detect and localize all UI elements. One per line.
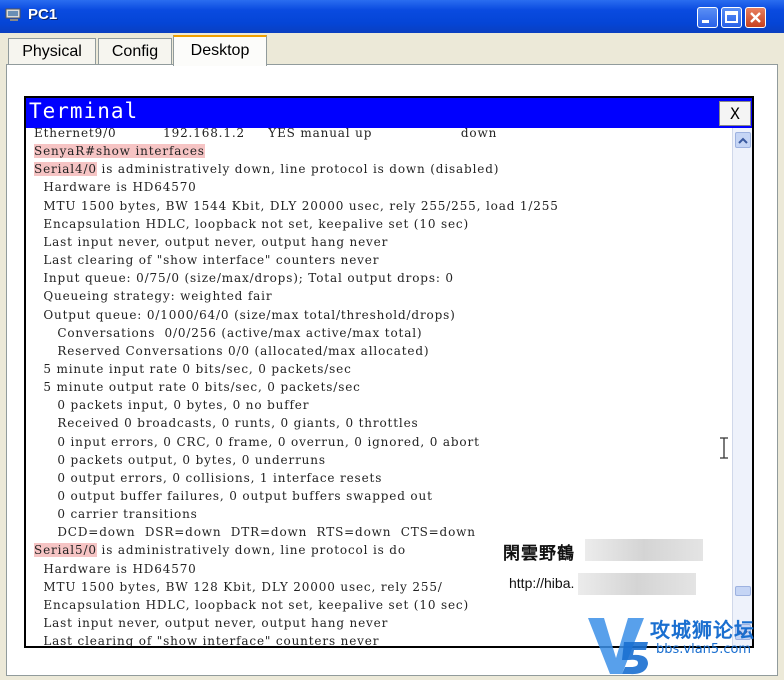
terminal-scrollbar[interactable] [732,128,752,646]
terminal-line: 0 packets output, 0 bytes, 0 underruns [34,452,326,467]
terminal-line: Serial5/0 is administratively down, line… [34,543,406,558]
site-logo: 攻城狮论坛 bbs.vlan5.com [584,612,780,676]
pc-app-icon [5,8,21,21]
terminal-line: MTU 1500 bytes, BW 1544 Kbit, DLY 20000 … [34,198,559,213]
close-icon [750,12,761,23]
terminal-line: 0 packets input, 0 bytes, 0 no buffer [34,398,310,413]
tab-desktop[interactable]: Desktop [173,35,267,66]
terminal-line: Ethernet9/0 192.168.1.2 YES manual up do… [34,128,498,140]
tab-strip: Physical Config Desktop [0,33,784,66]
terminal-close-button[interactable]: X [719,101,751,126]
close-button[interactable] [745,7,766,28]
logo-url: bbs.vlan5.com [656,642,752,657]
scroll-thumb[interactable] [735,586,751,596]
terminal-line: 5 minute output rate 0 bits/sec, 0 packe… [34,380,361,395]
terminal-header: Terminal X [26,98,752,128]
terminal-line: Queueing strategy: weighted fair [34,289,273,304]
watermark-blur [585,539,703,561]
terminal-line: Reserved Conversations 0/0 (allocated/ma… [34,343,430,358]
terminal-line: SenyaR#show interfaces [34,144,205,159]
scroll-up-arrow-icon[interactable] [735,132,751,148]
terminal-line: MTU 1500 bytes, BW 128 Kbit, DLY 20000 u… [34,579,443,594]
tab-config[interactable]: Config [98,38,172,65]
terminal-line: 0 input errors, 0 CRC, 0 frame, 0 overru… [34,434,480,449]
minimize-button[interactable] [697,7,718,28]
terminal-line: Hardware is HD64570 [34,561,197,576]
terminal-line: 5 minute input rate 0 bits/sec, 0 packet… [34,361,352,376]
window-titlebar[interactable]: PC1 [0,0,784,33]
terminal-line: DCD=down DSR=down DTR=down RTS=down CTS=… [34,525,476,540]
terminal-line: Last clearing of "show interface" counte… [34,634,380,646]
terminal-line: Conversations 0/0/256 (active/max active… [34,325,423,340]
terminal-line: Output queue: 0/1000/64/0 (size/max tota… [34,307,456,322]
terminal-line: 0 output errors, 0 collisions, 1 interfa… [34,470,383,485]
tab-physical[interactable]: Physical [8,38,96,65]
v5-logo-icon [588,618,648,675]
terminal-line: Encapsulation HDLC, loopback not set, ke… [34,216,470,231]
terminal-line: Last input never, output never, output h… [34,616,389,631]
window-title: PC1 [28,6,58,23]
watermark-url-text: http://hiba. [509,575,575,591]
logo-text: 攻城狮论坛 [650,618,755,642]
terminal-line: 0 output buffer failures, 0 output buffe… [34,489,433,503]
terminal-line: 0 carrier transitions [34,507,198,522]
text-cursor-icon [720,437,728,459]
terminal-window: Terminal X Ethernet9/0 192.168.1.2 YES m… [24,96,754,648]
maximize-icon [725,11,738,23]
terminal-line: Hardware is HD64570 [34,180,197,195]
terminal-line: Received 0 broadcasts, 0 runts, 0 giants… [34,416,419,431]
terminal-line: Last clearing of "show interface" counte… [34,253,380,268]
watermark-blur [578,573,696,595]
terminal-line: Input queue: 0/75/0 (size/max/drops); To… [34,271,454,286]
terminal-line: Encapsulation HDLC, loopback not set, ke… [34,597,470,612]
terminal-line: Serial4/0 is administratively down, line… [34,162,500,177]
watermark-cn-text: 閑雲野鶴 [503,544,575,564]
maximize-button[interactable] [721,7,742,28]
terminal-line: Last input never, output never, output h… [34,234,389,249]
terminal-output[interactable]: Ethernet9/0 192.168.1.2 YES manual up do… [26,128,732,646]
minimize-icon [702,20,709,23]
terminal-title: Terminal [29,99,139,123]
